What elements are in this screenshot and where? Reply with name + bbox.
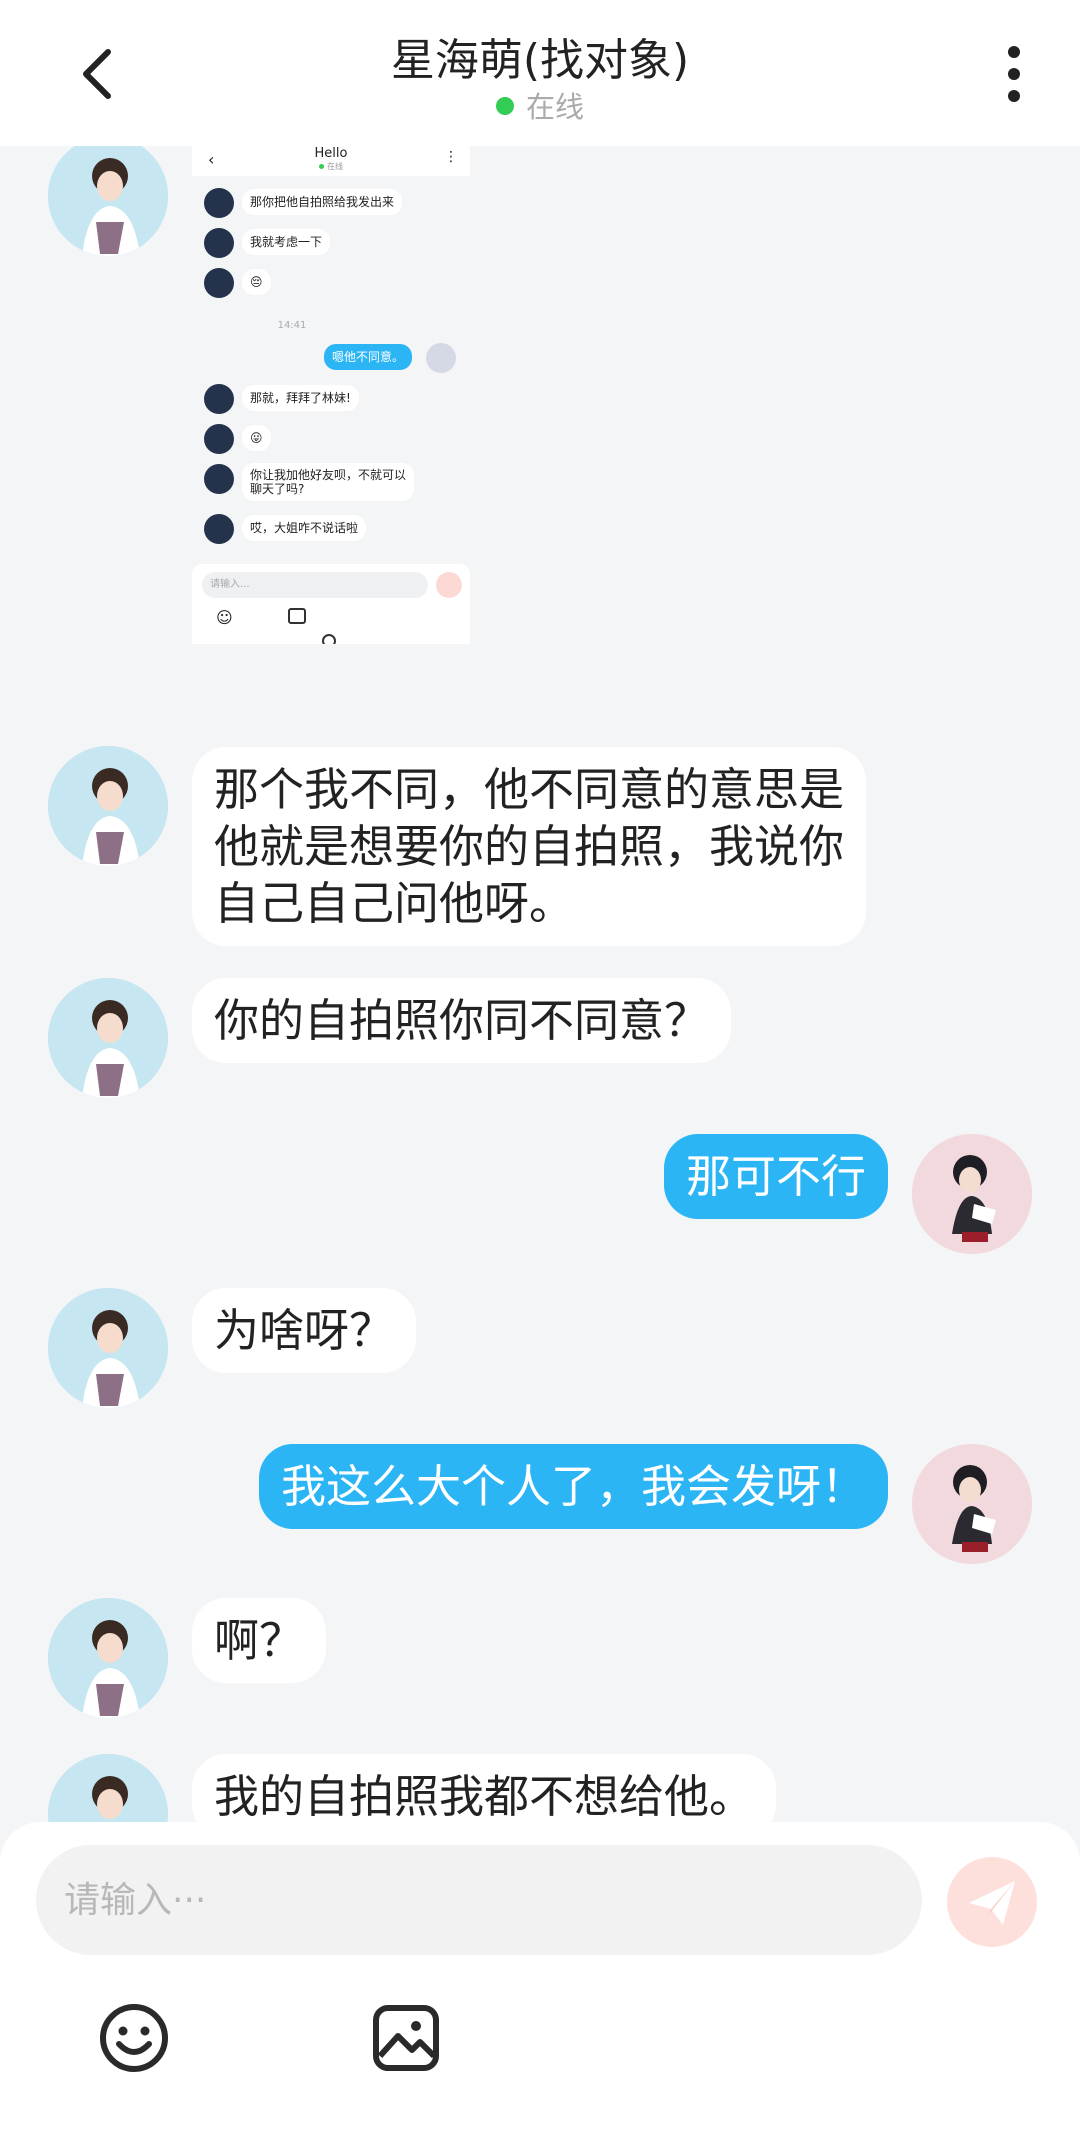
message-line: 为啥呀？: [214, 1304, 395, 1357]
message-line: 我的自拍照我都不想给他。: [214, 1770, 755, 1822]
mini-avatar: [204, 514, 234, 544]
message-bubble-incoming[interactable]: 为啥呀？: [192, 1288, 417, 1373]
mini-input: 请输入...: [202, 572, 428, 598]
online-dot-icon: [495, 97, 514, 115]
contact-avatar[interactable]: [48, 146, 168, 256]
composer-bar: [0, 1822, 1080, 2133]
mini-avatar: [204, 228, 234, 258]
mini-status: 在线: [192, 161, 470, 172]
online-status: 在线: [0, 84, 1080, 126]
message-input[interactable]: [36, 1845, 922, 1955]
message-line: 那可不行: [685, 1150, 866, 1203]
more-options-button[interactable]: [996, 44, 1032, 104]
mini-header: ‹ Hello 在线 ⋮: [192, 146, 470, 176]
message-line: 那个我不同，他不同意的意思是: [214, 763, 845, 816]
mini-timestamp: 14:41: [277, 320, 307, 331]
smiley-icon: [100, 2004, 168, 2072]
mini-avatar: [204, 188, 234, 218]
mini-avatar: [204, 268, 234, 298]
contact-avatar[interactable]: [48, 978, 168, 1098]
mini-image-icon: [288, 608, 306, 624]
mini-input-area: 请输入... ☺: [192, 564, 470, 644]
mini-message: 那你把他自拍照给我发出来: [242, 189, 403, 215]
emoji-button[interactable]: [98, 2002, 170, 2074]
message-line: 我这么大个人了，我会发呀！: [280, 1460, 866, 1513]
send-button[interactable]: [947, 1857, 1037, 1947]
message-bubble-incoming[interactable]: 你的自拍照你同不同意？: [192, 978, 732, 1063]
image-icon: [373, 2005, 439, 2071]
mini-home-indicator: [322, 634, 336, 644]
page-title: 星海萌(找对象): [390, 35, 690, 86]
my-avatar[interactable]: [912, 1134, 1032, 1254]
message-list[interactable]: ‹ Hello 在线 ⋮ 那你把他自拍照给我发出来 我就考虑一下 😔 14:41…: [0, 146, 1080, 1822]
mini-message: 你让我加他好友呗，不就可以 聊天了吗?: [242, 463, 415, 501]
message-bubble-incoming[interactable]: 那个我不同，他不同意的意思是 他就是想要你的自拍照，我说你 自己自己问他呀。: [192, 747, 867, 946]
more-vertical-icon: [1008, 46, 1020, 102]
image-picker-button[interactable]: [370, 2002, 442, 2074]
mini-message: 嗯他不同意。: [324, 344, 413, 370]
contact-avatar[interactable]: [48, 1288, 168, 1408]
contact-avatar[interactable]: [48, 746, 168, 866]
mini-message: 哎，大姐咋不说话啦: [242, 515, 367, 541]
mini-message: 😛: [242, 425, 271, 451]
mini-send-icon: [436, 572, 462, 598]
mini-avatar: [204, 464, 234, 494]
mini-message: 😔: [242, 269, 271, 295]
message-bubble-incoming[interactable]: 我的自拍照我都不想给他。: [192, 1754, 777, 1822]
message-line: 自己自己问他呀。: [214, 877, 575, 930]
message-bubble-outgoing[interactable]: 那可不行: [663, 1134, 888, 1219]
contact-avatar[interactable]: [48, 1598, 168, 1718]
mini-message: 那就，拜拜了林妹!: [242, 385, 359, 411]
chat-header: 星海萌(找对象) 在线: [0, 0, 1080, 146]
mini-message: 我就考虑一下: [242, 229, 331, 255]
send-plane-icon: [969, 1881, 1015, 1925]
message-line: 你的自拍照你同不同意？: [214, 994, 710, 1047]
contact-avatar[interactable]: [48, 1754, 168, 1822]
mini-avatar: [204, 384, 234, 414]
message-bubble-outgoing[interactable]: 我这么大个人了，我会发呀！: [258, 1444, 888, 1529]
shared-screenshot-image[interactable]: ‹ Hello 在线 ⋮ 那你把他自拍照给我发出来 我就考虑一下 😔 14:41…: [192, 146, 470, 644]
mini-more-icon: ⋮: [444, 149, 458, 165]
my-avatar[interactable]: [912, 1444, 1032, 1564]
mini-avatar: [426, 343, 456, 373]
online-status-label: 在线: [525, 90, 584, 124]
mini-emoji-icon: ☺: [216, 608, 233, 627]
mini-title: Hello: [314, 146, 348, 161]
message-line: 他就是想要你的自拍照，我说你: [214, 820, 845, 873]
mini-avatar: [204, 424, 234, 454]
message-line: 啊？: [214, 1614, 305, 1667]
message-bubble-incoming[interactable]: 啊？: [192, 1598, 327, 1683]
